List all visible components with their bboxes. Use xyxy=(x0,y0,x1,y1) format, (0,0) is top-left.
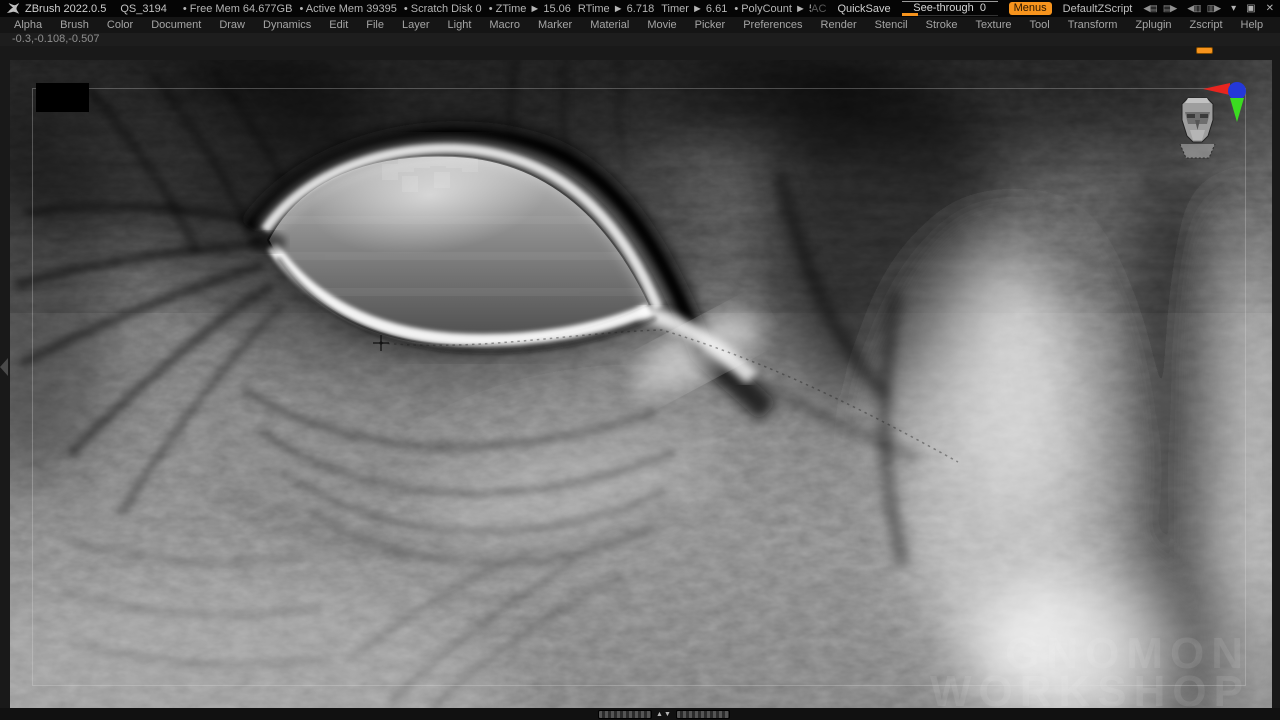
menu-item[interactable]: Edit xyxy=(320,17,357,33)
window-close-button[interactable]: ✕ xyxy=(1266,3,1274,14)
menu-item[interactable]: Dynamics xyxy=(254,17,320,33)
stat-item: RTime ► 6.718 xyxy=(578,3,654,15)
menu-item[interactable]: Preferences xyxy=(734,17,811,33)
menu-item[interactable]: Brush xyxy=(51,17,98,33)
zbrush-logo-icon xyxy=(6,2,20,15)
document-canvas[interactable]: GNOMON WORKSHOP xyxy=(10,60,1272,708)
stat-item: • Scratch Disk 0 xyxy=(404,3,482,15)
blacked-out-region xyxy=(36,83,89,112)
stat-item: • Active Mem 39395 xyxy=(299,3,396,15)
menu-item[interactable]: Texture xyxy=(966,17,1020,33)
menu-item[interactable]: Document xyxy=(142,17,210,33)
divider-grip-left[interactable] xyxy=(598,710,652,719)
menu-item[interactable]: Zplugin xyxy=(1126,17,1180,33)
stat-item: • PolyCount ► 56.123 MP xyxy=(734,3,811,15)
divider-down-icon[interactable]: ▼ xyxy=(664,711,672,718)
menu-item[interactable]: Picker xyxy=(686,17,735,33)
divider-up-icon[interactable]: ▲ xyxy=(656,711,664,718)
divider-grip-right[interactable] xyxy=(676,710,730,719)
app-title: ZBrush 2022.0.5 xyxy=(25,3,106,15)
camera-gizmo[interactable] xyxy=(1165,82,1265,187)
stat-item: • ZTime ► 15.06 xyxy=(489,3,571,15)
menu-item[interactable]: Zscript xyxy=(1181,17,1232,33)
menu-item[interactable]: Render xyxy=(812,17,866,33)
menus-button[interactable]: Menus xyxy=(1009,2,1052,15)
menu-item[interactable]: Light xyxy=(439,17,481,33)
doc-page-prev-icon[interactable]: ◀▥ xyxy=(1187,3,1200,14)
menu-item[interactable]: Layer xyxy=(393,17,439,33)
top-tray-divider-handle[interactable] xyxy=(1196,47,1213,54)
gizmo-head-icon[interactable] xyxy=(1180,98,1215,158)
title-bar: ZBrush 2022.0.5 QS_3194 • Free Mem 64.67… xyxy=(0,0,1280,17)
menu-item[interactable]: Stencil xyxy=(866,17,917,33)
left-tray-toggle-icon[interactable] xyxy=(0,358,8,376)
gizmo-axis-blue-icon[interactable] xyxy=(1228,82,1246,100)
tray-expand-left-icon[interactable]: ▤▶ xyxy=(1163,3,1176,14)
status-stats: • Free Mem 64.677GB • Active Mem 39395 • S… xyxy=(183,3,811,15)
see-through-value: 0 xyxy=(980,2,986,14)
menu-bar: AlphaBrushColorDocumentDrawDynamicsEditF… xyxy=(0,17,1280,33)
gizmo-axis-red-icon[interactable] xyxy=(1203,83,1230,95)
stat-item: • Free Mem 64.677GB xyxy=(183,3,293,15)
doc-page-next-icon[interactable]: ▥▶ xyxy=(1207,3,1220,14)
menu-item[interactable]: Transform xyxy=(1059,17,1127,33)
menu-item[interactable]: Alpha xyxy=(5,17,51,33)
menu-item[interactable]: Help xyxy=(1232,17,1273,33)
menu-item[interactable]: Marker xyxy=(529,17,581,33)
bottom-bar: ▲▼ xyxy=(0,708,1280,720)
bottom-tray-divider[interactable]: ▲▼ xyxy=(598,710,730,719)
ac-indicator: AC xyxy=(811,3,826,15)
menu-item[interactable]: Movie xyxy=(638,17,685,33)
default-zscript-button[interactable]: DefaultZScript xyxy=(1063,3,1133,15)
menu-item[interactable]: Macro xyxy=(480,17,529,33)
window-restore-button[interactable]: ▣ xyxy=(1246,3,1255,14)
see-through-slider[interactable]: See-through 0 xyxy=(902,1,998,16)
coordinate-readout-row: -0.3,-0.108,-0.507 xyxy=(0,33,1280,46)
tray-collapse-left-icon[interactable]: ◀▤ xyxy=(1143,3,1156,14)
stat-item: Timer ► 6.61 xyxy=(661,3,727,15)
menu-item[interactable]: Material xyxy=(581,17,638,33)
menu-item[interactable]: File xyxy=(357,17,393,33)
sculpt-viewport[interactable]: GNOMON WORKSHOP xyxy=(10,60,1272,708)
gizmo-axis-green-icon[interactable] xyxy=(1230,98,1244,122)
quicksave-button[interactable]: QuickSave xyxy=(837,3,890,15)
document-id: QS_3194 xyxy=(120,3,166,15)
menu-item[interactable]: Draw xyxy=(210,17,254,33)
cursor-coordinates: -0.3,-0.108,-0.507 xyxy=(12,33,99,45)
window-minimize-button[interactable]: ▾ xyxy=(1231,3,1236,14)
watermark-line2: WORKSHOP xyxy=(930,667,1250,708)
workspace: GNOMON WORKSHOP xyxy=(0,46,1280,708)
menu-item[interactable]: Stroke xyxy=(917,17,967,33)
menu-item[interactable]: Tool xyxy=(1021,17,1059,33)
menu-item[interactable]: Color xyxy=(98,17,142,33)
